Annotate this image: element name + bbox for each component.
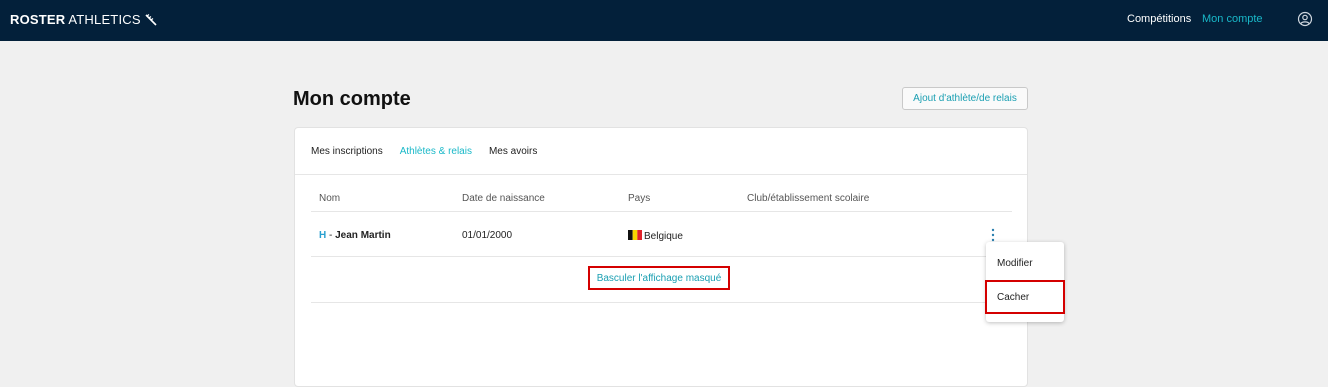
brand-name-light: ATHLETICS bbox=[68, 12, 141, 27]
athlete-name: Jean Martin bbox=[335, 230, 391, 241]
toggle-divider bbox=[311, 302, 1012, 303]
page-title: Mon compte bbox=[293, 88, 411, 110]
row-actions-menu: Modifier Cacher bbox=[985, 242, 1065, 322]
header-divider bbox=[311, 211, 1012, 212]
column-header-name: Nom bbox=[319, 193, 341, 204]
nav-link-my-account[interactable]: Mon compte bbox=[1202, 13, 1263, 25]
birthdate-cell: 01/01/2000 bbox=[462, 230, 513, 241]
tabs-divider bbox=[295, 174, 1027, 175]
brand-name-bold: ROSTER bbox=[10, 12, 66, 27]
belgium-flag-icon bbox=[628, 230, 642, 240]
row-divider bbox=[311, 256, 1012, 257]
menu-item-hide-label: Cacher bbox=[997, 292, 1030, 303]
country-name: Belgique bbox=[644, 231, 683, 242]
menu-item-edit[interactable]: Modifier bbox=[986, 258, 1064, 274]
column-header-country: Pays bbox=[628, 193, 651, 204]
tab-my-registrations[interactable]: Mes inscriptions bbox=[311, 146, 383, 157]
brand-logo[interactable]: ROSTER ATHLETICS bbox=[10, 12, 158, 27]
account-tabs: Mes inscriptions Athlètes & relais Mes a… bbox=[311, 146, 537, 157]
menu-item-hide[interactable]: Cacher bbox=[985, 280, 1065, 314]
tab-my-credits[interactable]: Mes avoirs bbox=[489, 146, 537, 157]
user-account-icon[interactable] bbox=[1297, 11, 1313, 27]
country-cell: Belgique bbox=[628, 230, 683, 242]
row-actions-kebab-icon[interactable] bbox=[989, 228, 997, 242]
account-card: Mes inscriptions Athlètes & relais Mes a… bbox=[294, 127, 1028, 387]
tab-athletes-relays[interactable]: Athlètes & relais bbox=[400, 146, 472, 157]
add-athlete-relay-button[interactable]: Ajout d'athlète/de relais bbox=[902, 87, 1028, 110]
feather-logo-icon bbox=[145, 13, 157, 26]
toggle-hidden-display-button[interactable]: Basculer l'affichage masqué bbox=[588, 266, 730, 290]
top-navbar: ROSTER ATHLETICS Compétitions Mon compte bbox=[0, 0, 1328, 41]
nav-link-competitions[interactable]: Compétitions bbox=[1127, 13, 1191, 25]
name-separator: - bbox=[326, 230, 336, 241]
athlete-name-cell[interactable]: H - Jean Martin bbox=[319, 230, 391, 241]
column-header-club: Club/établissement scolaire bbox=[747, 193, 870, 204]
column-header-birthdate: Date de naissance bbox=[462, 193, 545, 204]
menu-item-edit-label: Modifier bbox=[997, 258, 1033, 269]
